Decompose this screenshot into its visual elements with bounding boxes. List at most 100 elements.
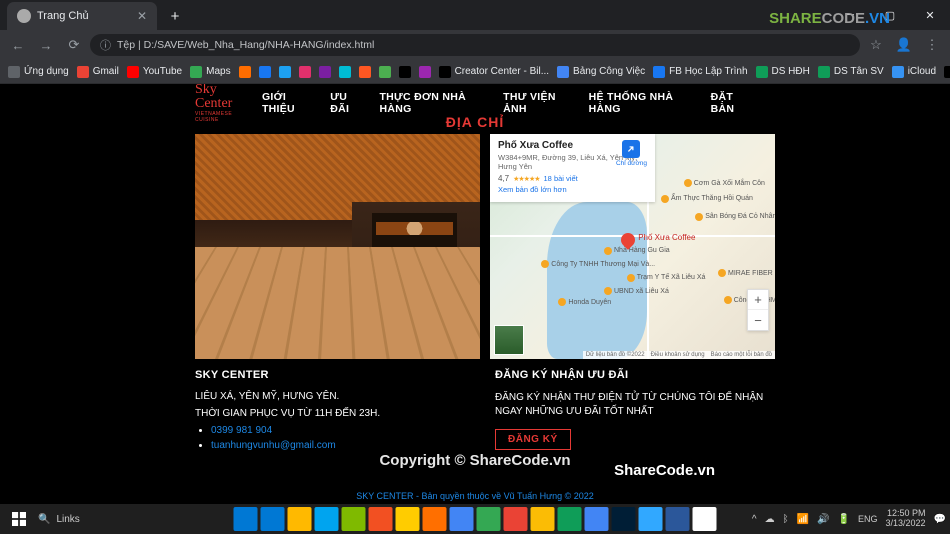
bookmark-item[interactable]: iCloud	[892, 66, 936, 78]
taskbar-app-icon[interactable]	[315, 507, 339, 531]
taskbar-app-icon[interactable]	[342, 507, 366, 531]
taskbar-search[interactable]: 🔍 Links	[38, 514, 80, 525]
zoom-in-button[interactable]: +	[748, 290, 768, 310]
bookmark-favicon	[339, 66, 351, 78]
reload-button[interactable]: ⟳	[62, 33, 86, 57]
back-button[interactable]: ←	[6, 33, 30, 57]
map-poi[interactable]: Ẩm Thực Thăng Hồi Quán	[661, 195, 753, 203]
map-reviews-link[interactable]: 18 bài viết	[544, 174, 578, 183]
bluetooth-icon[interactable]: ᛒ	[783, 514, 789, 525]
taskbar-app-icon[interactable]	[612, 507, 636, 531]
nav-item[interactable]: THỰC ĐƠN NHÀ HÀNG	[379, 91, 489, 115]
notifications-icon[interactable]: 💬	[934, 514, 946, 525]
forward-button[interactable]: →	[34, 33, 58, 57]
bookmark-item[interactable]	[379, 66, 391, 78]
language-indicator[interactable]: ENG	[858, 514, 878, 524]
footer-email-link[interactable]: tuanhungvunhu@gmail.com	[211, 440, 336, 451]
menu-icon[interactable]: ⋮	[920, 33, 944, 57]
bookmark-item[interactable]: Bảng Công Việc	[557, 66, 645, 78]
bookmark-item[interactable]: Creator Center - Bil...	[439, 66, 549, 78]
bookmark-item[interactable]	[259, 66, 271, 78]
nav-item[interactable]: GIỚI THIỆU	[262, 91, 316, 115]
bookmark-item[interactable]: Ứng dụng	[8, 66, 69, 78]
taskbar-app-icon[interactable]	[585, 507, 609, 531]
nav-item[interactable]: ƯU ĐÃI	[330, 91, 365, 115]
bookmark-item[interactable]	[239, 66, 251, 78]
bookmark-item[interactable]: DS HĐH	[756, 66, 810, 78]
bookmark-favicon	[944, 66, 950, 78]
bookmark-item[interactable]	[399, 66, 411, 78]
close-button[interactable]: ✕	[910, 0, 950, 30]
start-button[interactable]	[4, 504, 34, 534]
map-attr-link[interactable]: Điều khoản sử dụng	[651, 352, 705, 358]
map-poi[interactable]: Sân Bóng Đá Cỏ Nhân Tạo Chính Phương	[695, 213, 775, 221]
file-icon: ⓘ	[100, 37, 111, 53]
zoom-out-button[interactable]: −	[748, 310, 768, 330]
map-satellite-toggle[interactable]	[494, 325, 524, 355]
taskbar-app-icon[interactable]	[531, 507, 555, 531]
bookmark-item[interactable]	[299, 66, 311, 78]
taskbar-app-icon[interactable]	[639, 507, 663, 531]
map-poi[interactable]: Honda Duyên	[558, 298, 611, 306]
tray-chevron-icon[interactable]: ^	[752, 514, 757, 525]
map-embed[interactable]: Cơm Gà Xối Mắm Côn Ẩm Thực Thăng Hồi Quán…	[490, 134, 775, 359]
map-poi[interactable]: Công Ty TNHH Thương Mại Và...	[541, 260, 655, 268]
new-tab-button[interactable]: +	[163, 4, 187, 28]
bookmark-item[interactable]	[419, 66, 431, 78]
bookmark-item[interactable]: DS Tân SV	[818, 66, 884, 78]
taskbar-app-icon[interactable]	[666, 507, 690, 531]
tab-favicon	[17, 9, 31, 23]
map-poi[interactable]: Nhà Hàng Gu Gia	[604, 247, 670, 255]
map-attr-link[interactable]: Báo cáo một lỗi bản đồ	[711, 352, 772, 358]
taskbar-app-icon[interactable]	[504, 507, 528, 531]
bookmark-item[interactable]	[279, 66, 291, 78]
taskbar-app-icon[interactable]	[450, 507, 474, 531]
bookmark-item[interactable]	[319, 66, 331, 78]
bookmark-item[interactable]	[359, 66, 371, 78]
onedrive-icon[interactable]: ☁	[765, 514, 775, 525]
bookmark-star-icon[interactable]: ☆	[864, 33, 888, 57]
profile-icon[interactable]: 👤	[892, 33, 916, 57]
bookmark-favicon	[419, 66, 431, 78]
map-poi[interactable]: MIRAE FIBER CORP	[718, 269, 775, 277]
volume-icon[interactable]: 🔊	[817, 514, 829, 525]
map-directions-button[interactable]: Chỉ đường	[616, 140, 647, 167]
taskbar-app-icon[interactable]	[369, 507, 393, 531]
bookmark-favicon	[557, 66, 569, 78]
map-poi[interactable]: UBND xã Liêu Xá	[604, 287, 669, 295]
battery-icon[interactable]: 🔋	[838, 514, 850, 525]
map-view-larger-link[interactable]: Xem bản đồ lớn hơn	[498, 185, 647, 194]
site-nav: Sky Center VIETNAMESE CUISINE GIỚI THIỆU…	[195, 88, 755, 118]
bookmark-item[interactable]	[339, 66, 351, 78]
bookmark-favicon	[127, 66, 139, 78]
taskbar-app-icon[interactable]	[693, 507, 717, 531]
bookmark-favicon	[818, 66, 830, 78]
taskbar-app-icon[interactable]	[288, 507, 312, 531]
taskbar-app-icon[interactable]	[423, 507, 447, 531]
map-attr-link[interactable]: Dữ liệu bản đồ ©2022	[586, 352, 645, 358]
tab-close-icon[interactable]: ✕	[137, 9, 147, 23]
footer-phone-link[interactable]: 0399 981 904	[211, 425, 272, 436]
map-poi[interactable]: Cơm Gà Xối Mắm Côn	[684, 179, 765, 187]
map-poi[interactable]: Trạm Y Tế Xã Liêu Xá	[627, 274, 706, 282]
site-logo[interactable]: Sky Center VIETNAMESE CUISINE	[195, 88, 248, 118]
taskbar-app-icon[interactable]	[558, 507, 582, 531]
taskbar-app-icon[interactable]	[234, 507, 258, 531]
nav-item[interactable]: HỆ THỐNG NHÀ HÀNG	[589, 91, 697, 115]
address-bar[interactable]: ⓘ Tệp | D:/SAVE/Web_Nha_Hang/NHA-HANG/in…	[90, 34, 860, 56]
nav-item[interactable]: THƯ VIỆN ẢNH	[503, 91, 574, 115]
taskbar-clock[interactable]: 12:50 PM 3/13/2022	[886, 509, 926, 529]
bookmark-item[interactable]: Maps	[190, 66, 230, 78]
wifi-icon[interactable]: 📶	[797, 514, 809, 525]
taskbar-app-icon[interactable]	[396, 507, 420, 531]
bookmark-item[interactable]: Epidemic Sound	[944, 66, 950, 78]
taskbar-app-icon[interactable]	[261, 507, 285, 531]
signup-button[interactable]: ĐĂNG KÝ	[495, 429, 571, 450]
nav-item[interactable]: ĐẶT BÀN	[711, 91, 755, 115]
browser-tab[interactable]: Trang Chủ ✕	[7, 2, 157, 30]
bookmark-item[interactable]: YouTube	[127, 66, 182, 78]
taskbar-app-icon[interactable]	[477, 507, 501, 531]
bookmark-item[interactable]: FB Học Lập Trình	[653, 66, 747, 78]
bookmark-item[interactable]: Gmail	[77, 66, 119, 78]
bookmarks-bar: Ứng dụng Gmail YouTube Maps Creator Center -…	[0, 60, 950, 84]
